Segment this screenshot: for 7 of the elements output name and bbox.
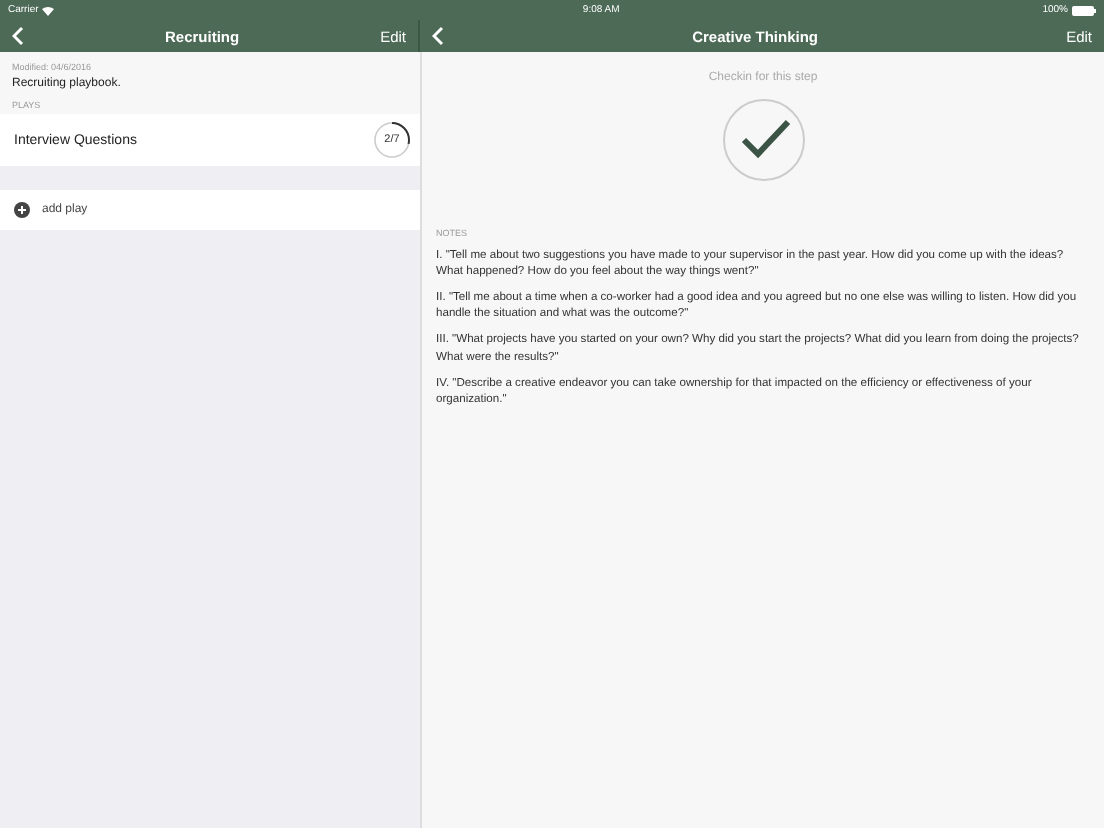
back-icon	[12, 26, 24, 46]
plus-icon	[14, 202, 30, 218]
back-button[interactable]	[432, 26, 444, 46]
wifi-icon	[42, 5, 55, 15]
back-icon	[432, 26, 444, 46]
battery-icon	[1072, 5, 1096, 15]
back-button[interactable]	[12, 26, 24, 46]
